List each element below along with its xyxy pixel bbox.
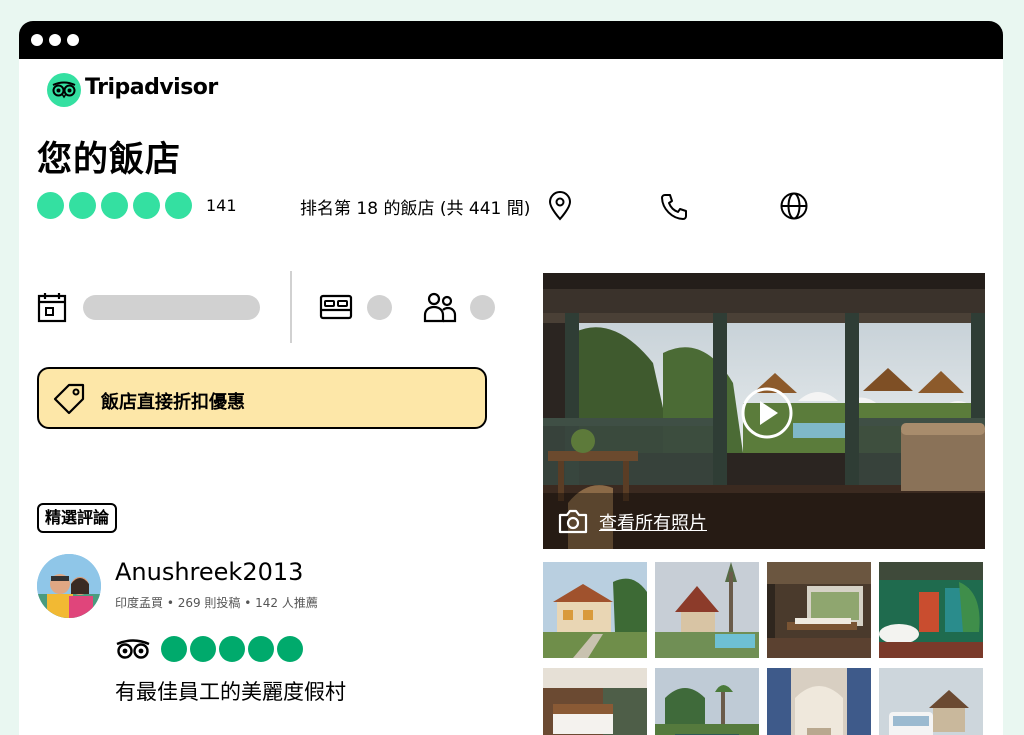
tripadvisor-owl-icon[interactable]: [47, 73, 81, 107]
phone-icon[interactable]: [659, 192, 689, 226]
photo-thumbnail[interactable]: [879, 562, 983, 658]
browser-window: Tripadvisor 您的飯店 141 排名第 18 的飯店 (共 441 間…: [19, 21, 1003, 735]
featured-review-badge: 精選評論: [37, 503, 118, 533]
review-count[interactable]: 141: [206, 196, 237, 215]
camera-icon[interactable]: [557, 507, 589, 539]
calendar-icon[interactable]: [37, 291, 67, 327]
rating-bubble: [161, 636, 187, 662]
window-dot-close[interactable]: [31, 34, 43, 46]
tripadvisor-owl-icon: [115, 637, 151, 665]
window-titlebar: [19, 21, 1003, 59]
rating-bubble: [165, 192, 192, 219]
rating-bubble: [219, 636, 245, 662]
review-headline[interactable]: 有最佳員工的美麗度假村: [115, 676, 346, 706]
rating-bubble: [37, 192, 64, 219]
rating-bubble: [133, 192, 160, 219]
hotel-ranking[interactable]: 排名第 18 的飯店 (共 441 間): [300, 194, 530, 219]
globe-icon[interactable]: [779, 191, 809, 225]
rating-bubble: [69, 192, 96, 219]
photo-thumbnail[interactable]: [767, 668, 871, 735]
tag-icon: [51, 381, 87, 421]
window-dot-minimize[interactable]: [49, 34, 61, 46]
avatar[interactable]: [37, 554, 101, 618]
page-title: 您的飯店: [37, 140, 182, 180]
guests-icon[interactable]: [423, 291, 457, 327]
bed-icon[interactable]: [318, 292, 354, 326]
main-photo[interactable]: [543, 273, 985, 549]
rating-bubble: [190, 636, 216, 662]
photo-thumbnail[interactable]: [767, 562, 871, 658]
divider: [290, 271, 292, 343]
date-selector-placeholder[interactable]: [83, 295, 260, 320]
rating-bubble: [277, 636, 303, 662]
window-dot-maximize[interactable]: [67, 34, 79, 46]
photo-thumbnail[interactable]: [879, 668, 983, 735]
brand-name[interactable]: Tripadvisor: [85, 75, 218, 100]
photo-thumbnail[interactable]: [655, 562, 759, 658]
deal-label: 飯店直接折扣優惠: [101, 392, 245, 413]
reviewer-meta: 印度孟買 • 269 則投稿 • 142 人推薦: [115, 596, 318, 610]
see-all-photos-link[interactable]: 查看所有照片: [599, 509, 707, 535]
photo-thumbnail[interactable]: [543, 562, 647, 658]
map-pin-icon[interactable]: [547, 191, 573, 225]
reviewer-name[interactable]: Anushreek2013: [115, 558, 303, 586]
photo-thumbnail[interactable]: [543, 668, 647, 735]
guests-count-placeholder[interactable]: [470, 295, 495, 320]
rating-bubble: [101, 192, 128, 219]
rating-bubble: [248, 636, 274, 662]
photo-thumbnail[interactable]: [655, 668, 759, 735]
rooms-count-placeholder[interactable]: [367, 295, 392, 320]
